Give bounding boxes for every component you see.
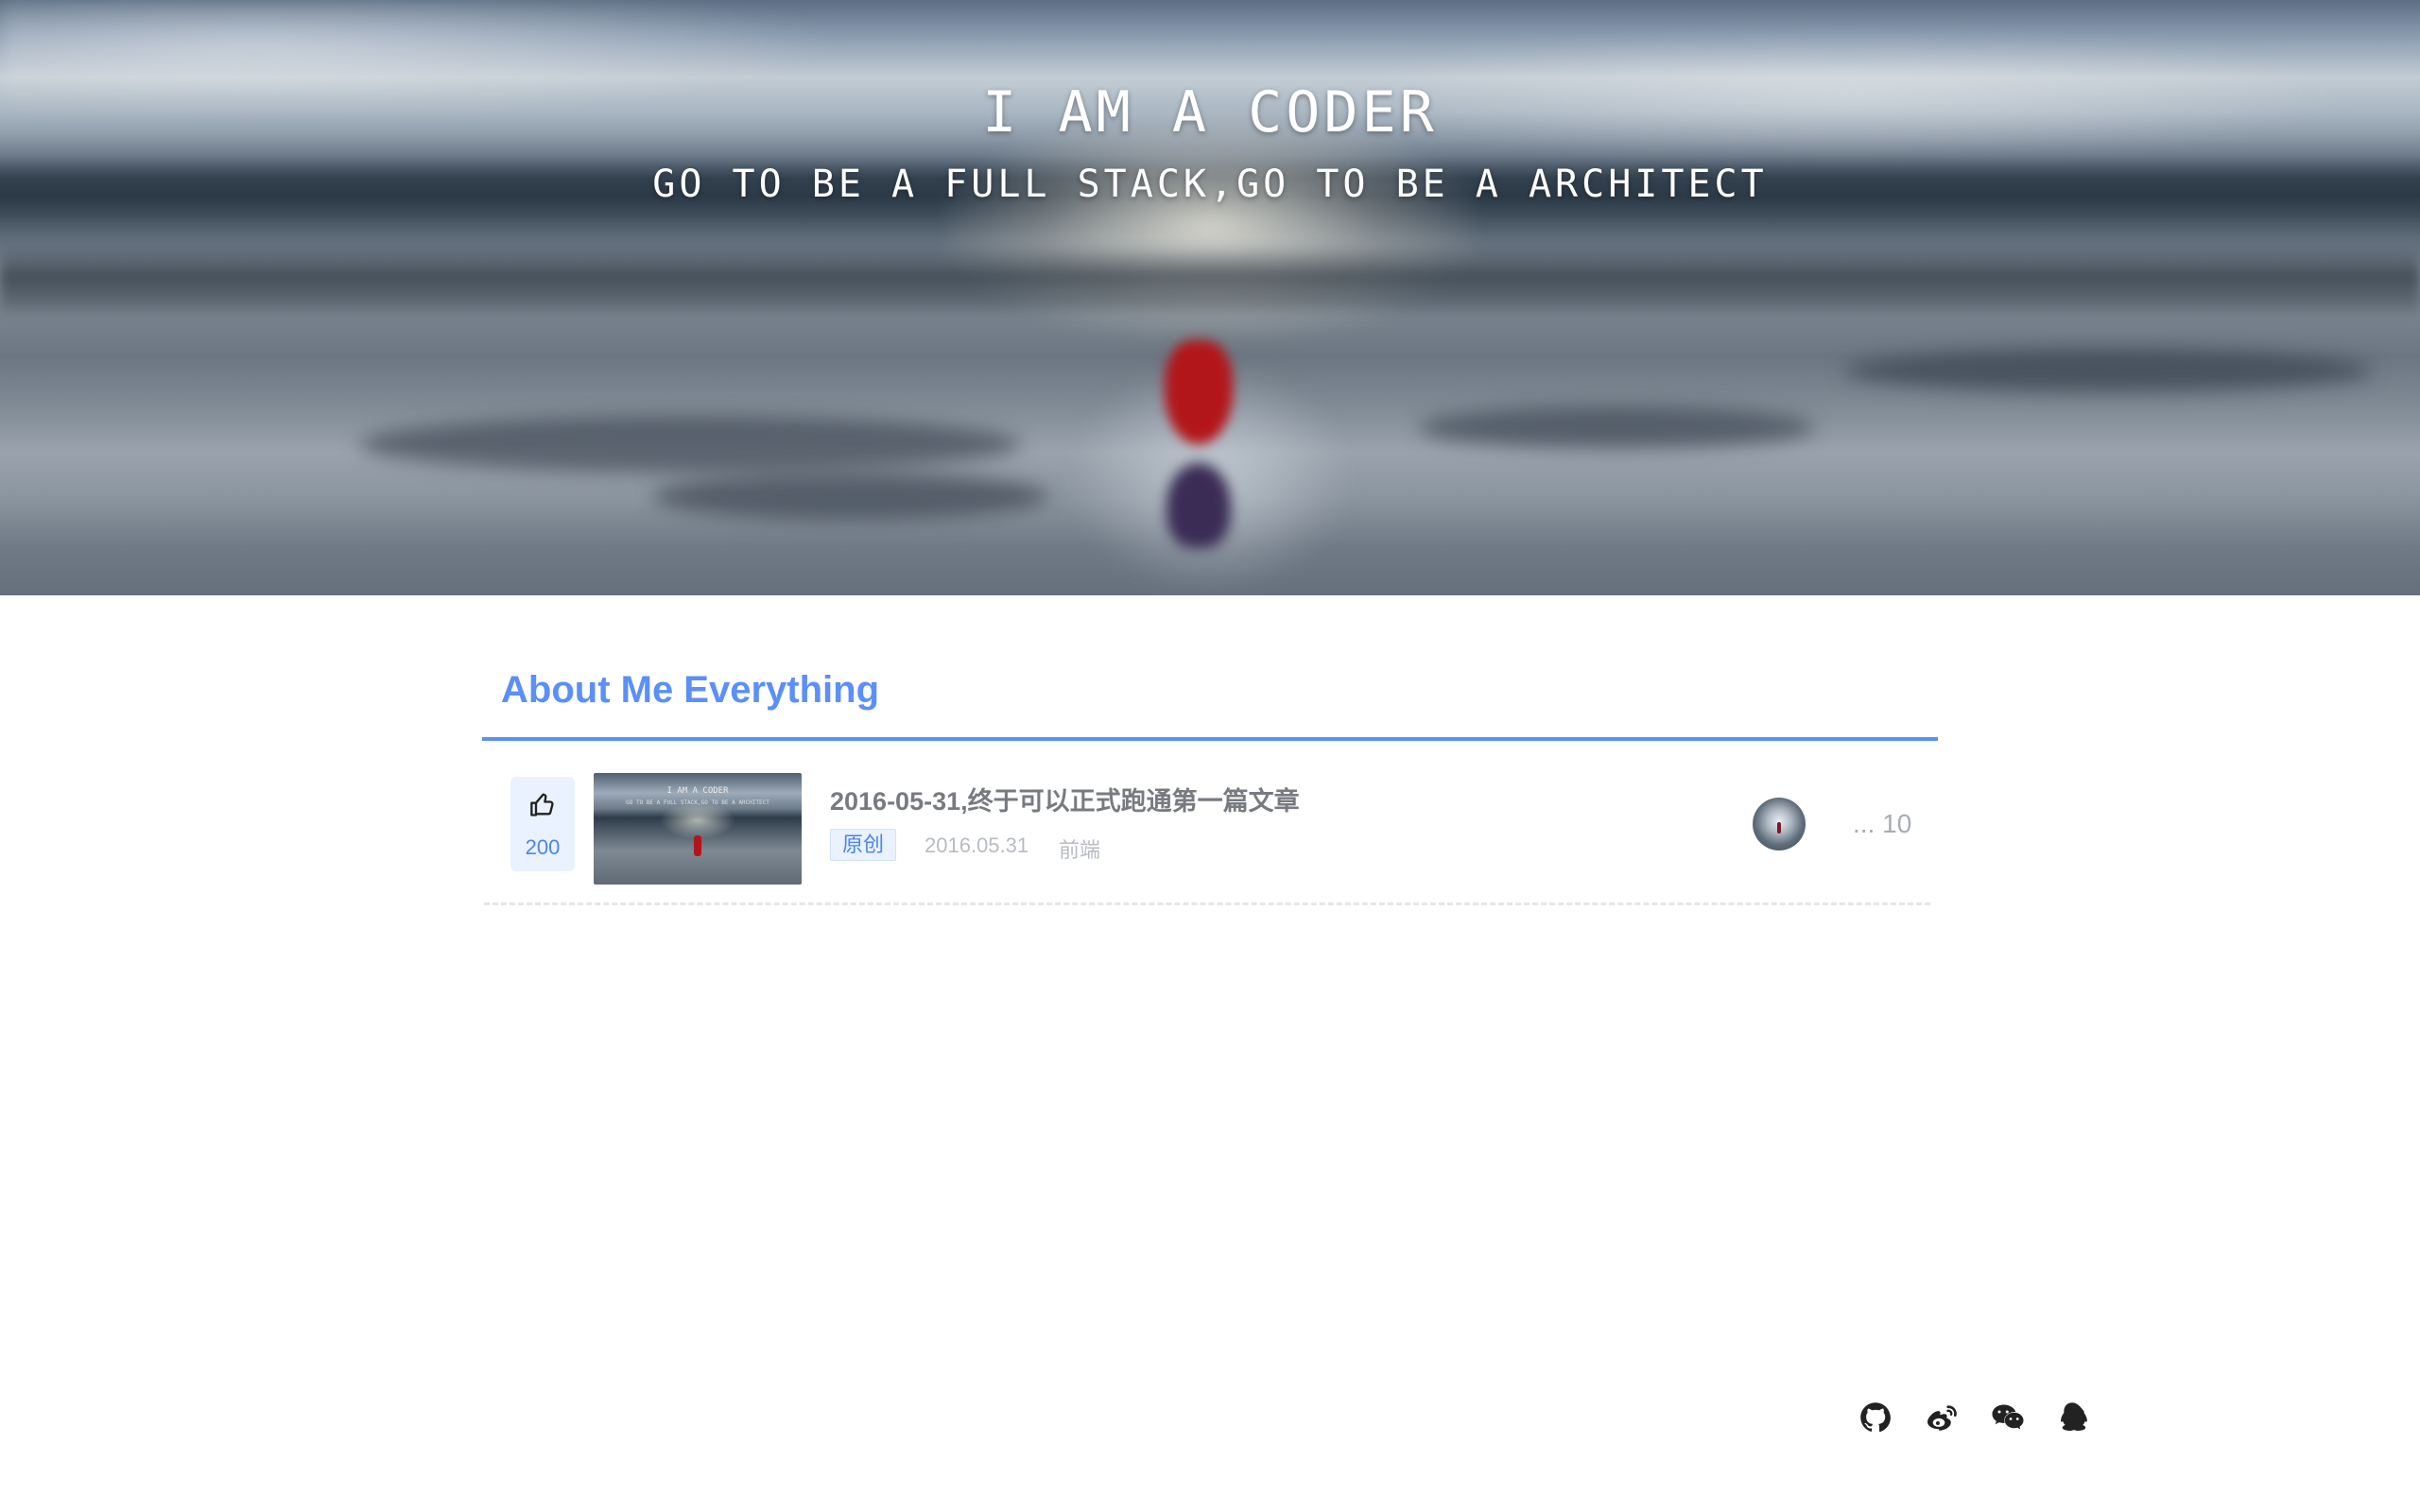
hero-figure xyxy=(1165,340,1233,444)
hero-puddle xyxy=(1418,406,1815,449)
hero-puddle xyxy=(652,472,1049,520)
hero-title: I AM A CODER xyxy=(982,79,1438,146)
thumbnail-figure xyxy=(694,835,701,856)
hero-puddle xyxy=(359,416,1021,472)
more-count[interactable]: ... 10 xyxy=(1853,809,1911,839)
article-category[interactable]: 前端 xyxy=(1059,833,1100,864)
thumbnail-subtitle: GO TO BE A FULL STACK,GO TO BE A ARCHITE… xyxy=(626,799,769,806)
hero-figure-reflection xyxy=(1167,463,1231,548)
thumbs-up-icon xyxy=(530,793,554,816)
main-content: About Me Everything 200 I AM A CODER GO … xyxy=(482,652,1938,905)
article-thumbnail[interactable]: I AM A CODER GO TO BE A FULL STACK,GO TO… xyxy=(594,773,802,885)
article-date: 2016.05.31 xyxy=(925,833,1029,857)
wechat-icon[interactable] xyxy=(1991,1400,2025,1435)
hero-puddle xyxy=(1843,350,2373,392)
thumbnail-title: I AM A CODER xyxy=(666,786,729,796)
article-title-link[interactable]: 2016-05-31,终于可以正式跑通第一篇文章 xyxy=(830,781,1300,817)
article-tag[interactable]: 原创 xyxy=(830,829,897,861)
section-header: About Me Everything xyxy=(482,652,1938,741)
hero-banner: I AM A CODER GO TO BE A FULL STACK,GO TO… xyxy=(0,0,2420,595)
author-avatar[interactable] xyxy=(1753,798,1806,850)
github-icon[interactable] xyxy=(1858,1400,1893,1435)
thumbnail-glow xyxy=(660,801,735,839)
like-count: 200 xyxy=(525,835,561,859)
article-row[interactable]: 200 I AM A CODER GO TO BE A FULL STACK,G… xyxy=(484,741,1930,905)
qq-icon[interactable] xyxy=(2055,1400,2089,1435)
avatar-figure xyxy=(1777,822,1781,833)
hero-subtitle: GO TO BE A FULL STACK,GO TO BE A ARCHITE… xyxy=(652,163,1768,206)
weibo-icon[interactable] xyxy=(1925,1400,1959,1435)
hero-horizon xyxy=(0,246,2420,312)
section-title: About Me Everything xyxy=(501,669,880,711)
like-button[interactable]: 200 xyxy=(510,777,575,871)
